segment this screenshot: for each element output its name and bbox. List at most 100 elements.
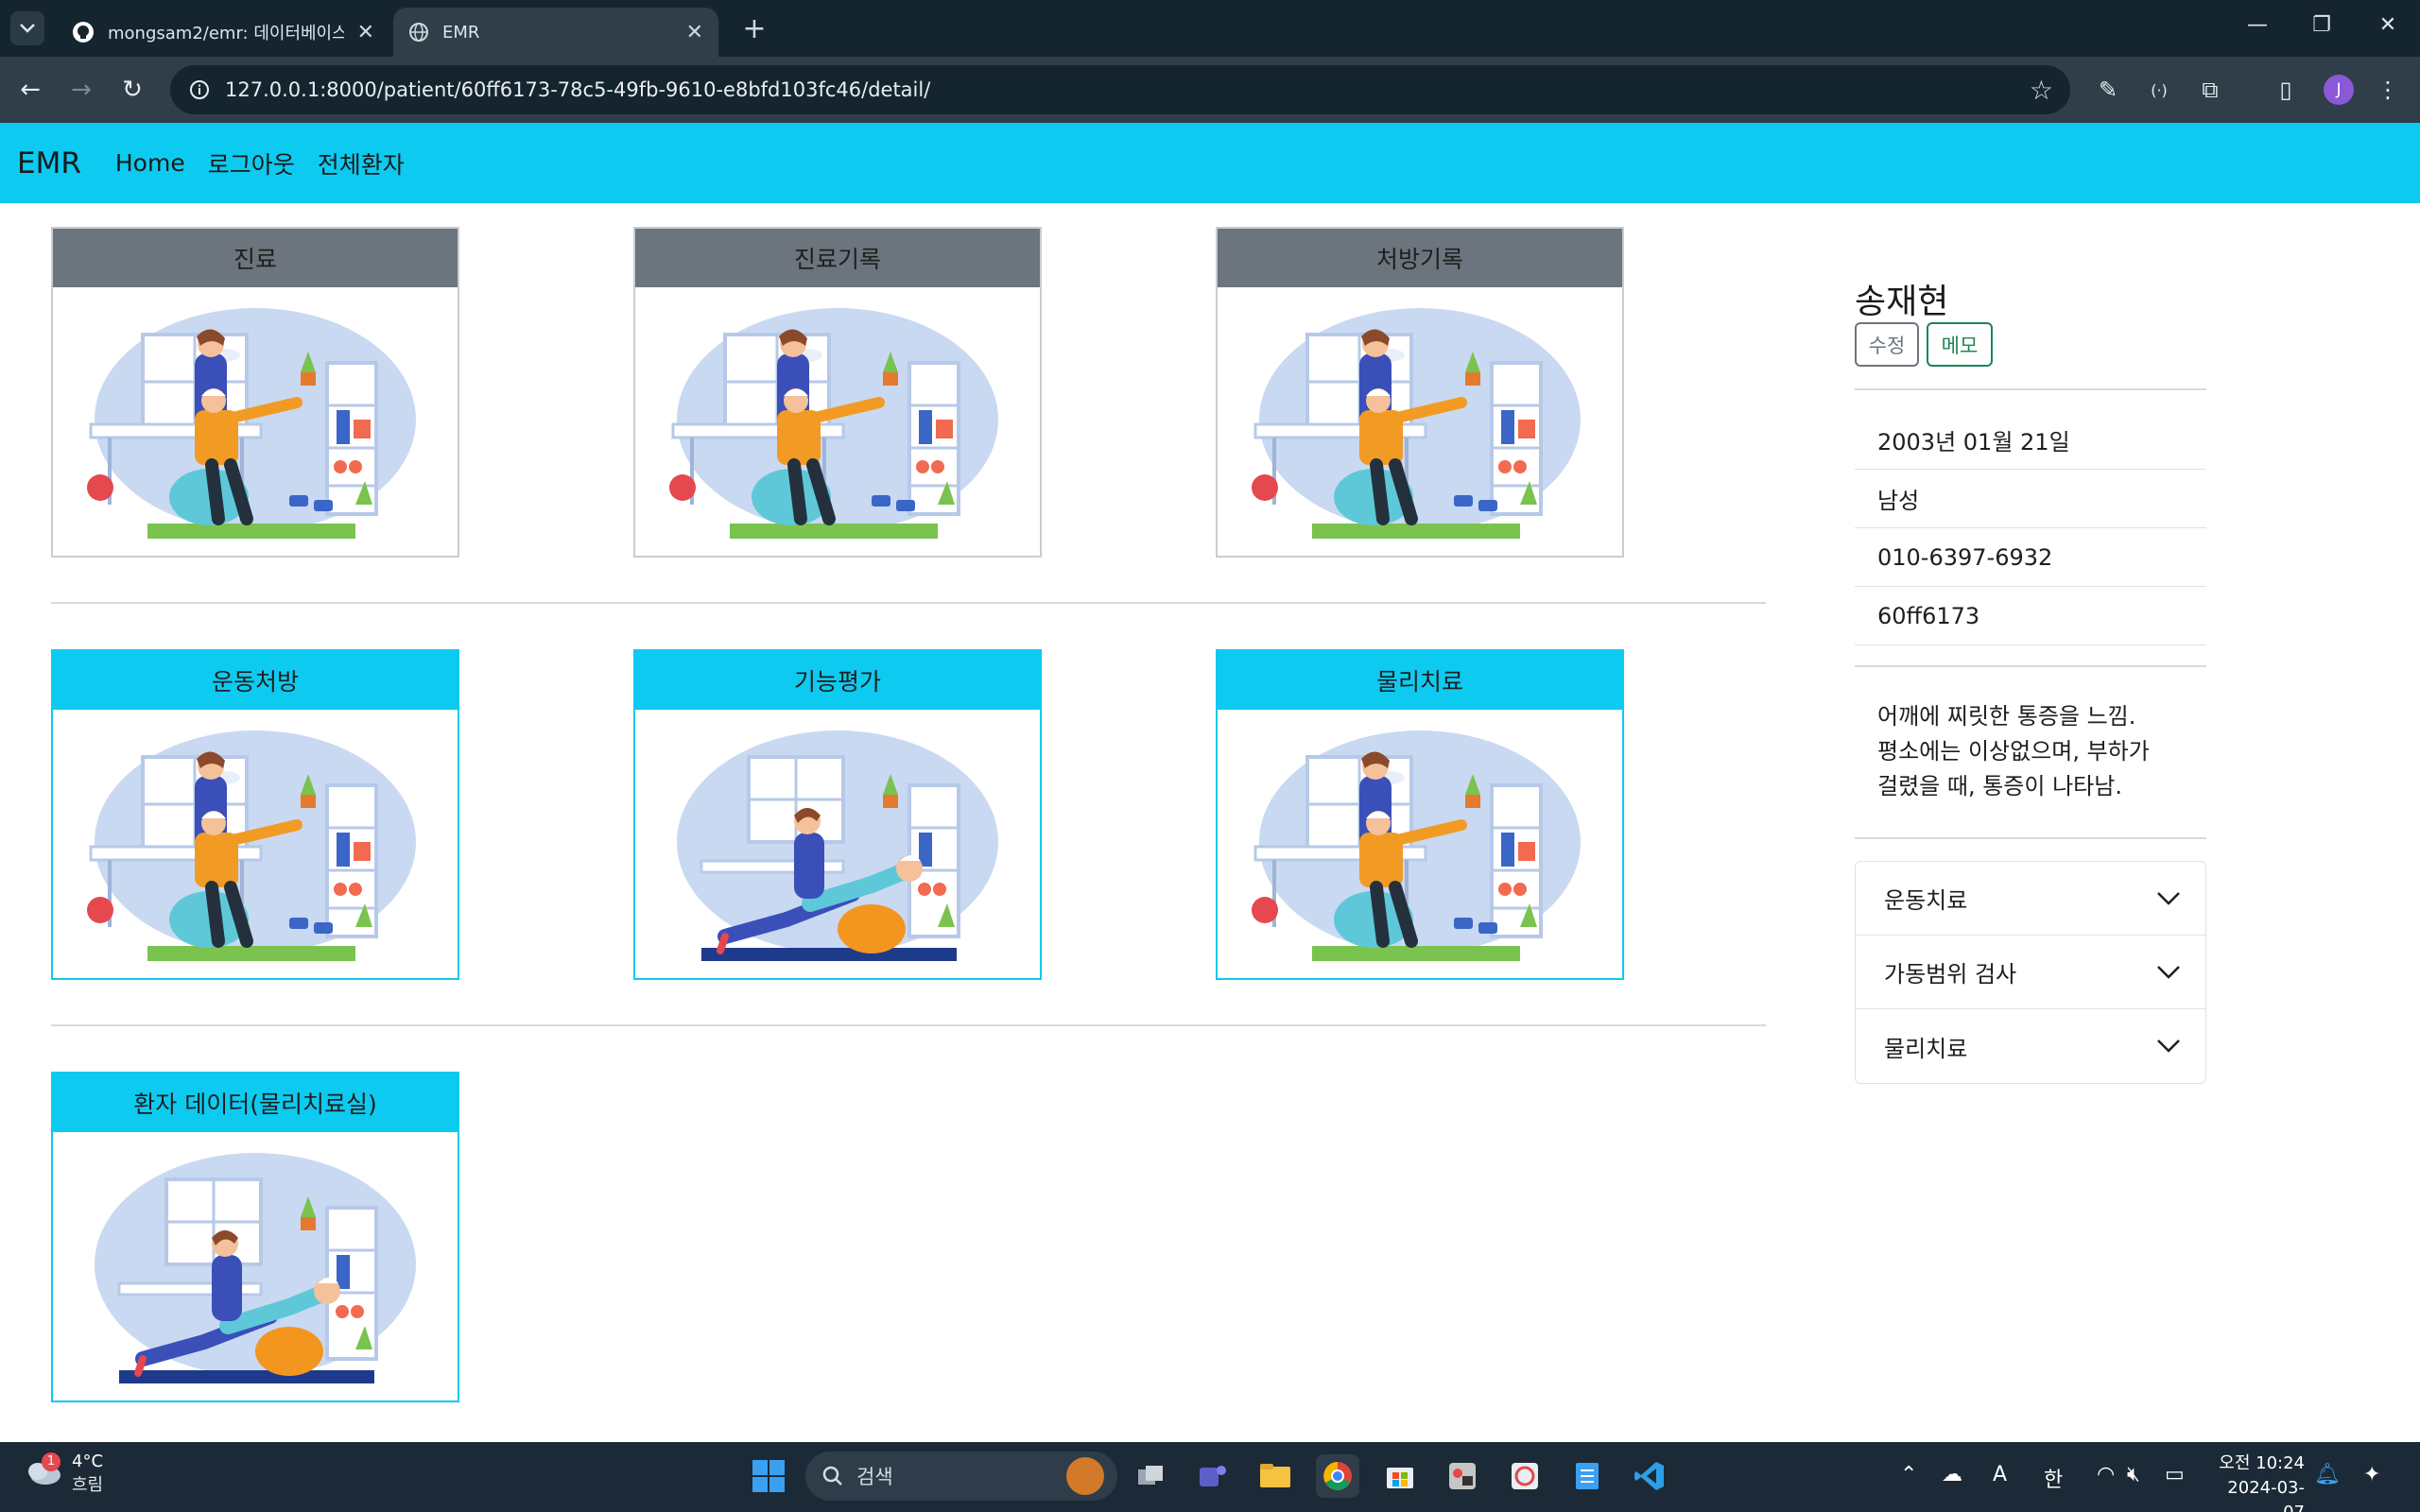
card-treatment-records[interactable]: 진료기록 bbox=[633, 227, 1042, 558]
accordion-exercise-therapy[interactable]: 운동치료 bbox=[1856, 862, 2205, 936]
section-divider bbox=[51, 602, 1766, 604]
vscode-icon[interactable] bbox=[1628, 1454, 1671, 1498]
notification-bell-icon[interactable]: 🔔︎ bbox=[2314, 1463, 2341, 1486]
clock[interactable]: 오전 10:24 2024-03-07 bbox=[2210, 1452, 2305, 1512]
search-placeholder: 검색 bbox=[856, 1466, 893, 1488]
sync-app-icon[interactable] bbox=[1503, 1454, 1547, 1498]
tab-search-button[interactable] bbox=[10, 11, 44, 45]
patient-name: 송재현 bbox=[1855, 283, 1949, 321]
therapist-ball-exercise-illustration bbox=[635, 287, 1040, 556]
card-title: 운동처방 bbox=[53, 651, 458, 710]
close-icon[interactable]: ✕ bbox=[357, 21, 374, 44]
app-icon[interactable] bbox=[1441, 1454, 1484, 1498]
edit-button[interactable]: 수정 bbox=[1855, 322, 1919, 367]
card-physical-therapy[interactable]: 물리치료 bbox=[1216, 649, 1624, 980]
accordion-label: 가동범위 검사 bbox=[1884, 961, 2017, 988]
tab-title: mongsam2/emr: 데이터베이스 bbox=[108, 24, 344, 43]
info-icon[interactable] bbox=[189, 79, 210, 100]
tab-github[interactable]: mongsam2/emr: 데이터베이스 ✕ bbox=[57, 8, 389, 57]
memo-line: 평소에는 이상없으며, 부하가 bbox=[1877, 738, 2150, 765]
search-highlight-icon bbox=[1066, 1457, 1104, 1495]
weather-widget[interactable]: 1 4°C 흐림 bbox=[25, 1452, 103, 1496]
menu-dots-icon[interactable]: ⋮ bbox=[2371, 73, 2405, 107]
patient-id: 60ff6173 bbox=[1855, 587, 2206, 645]
memo-line: 어깨에 찌릿한 통증을 느낌. bbox=[1877, 703, 2136, 730]
card-title: 처방기록 bbox=[1218, 229, 1622, 287]
therapist-ball-exercise-illustration bbox=[1218, 710, 1622, 978]
accordion-physical-therapy[interactable]: 물리치료 bbox=[1856, 1009, 2205, 1083]
notepad-icon[interactable] bbox=[1565, 1454, 1609, 1498]
panel-divider bbox=[1855, 665, 2206, 667]
card-treatment[interactable]: 진료 bbox=[51, 227, 459, 558]
nav-home[interactable]: Home bbox=[115, 149, 185, 177]
wifi-icon[interactable]: ◠ bbox=[2097, 1463, 2115, 1486]
cloud-icon: 1 bbox=[25, 1452, 62, 1490]
panel-divider bbox=[1855, 837, 2206, 839]
restore-icon[interactable]: ❐ bbox=[2303, 13, 2341, 37]
url-text[interactable]: 127.0.0.1:8000/patient/60ff6173-78c5-49f… bbox=[225, 78, 930, 101]
chevron-down-icon bbox=[2157, 891, 2180, 905]
brand-link[interactable]: EMR bbox=[17, 146, 81, 180]
task-view-icon[interactable] bbox=[1129, 1454, 1172, 1498]
volume-muted-icon[interactable]: 🔇︎ bbox=[2127, 1463, 2140, 1486]
nav-all-patients[interactable]: 전체환자 bbox=[318, 146, 405, 180]
browser-tabstrip: mongsam2/emr: 데이터베이스 ✕ EMR ✕ + — ❐ ✕ bbox=[0, 0, 2420, 57]
battery-icon[interactable]: ▭ bbox=[2165, 1463, 2185, 1486]
back-icon[interactable]: ← bbox=[13, 73, 47, 107]
clock-date: 2024-03-07 bbox=[2227, 1478, 2305, 1512]
globe-icon bbox=[409, 23, 428, 42]
minimize-icon[interactable]: — bbox=[2238, 13, 2276, 37]
extensions-icon[interactable]: ⧉ bbox=[2193, 73, 2227, 107]
ime-mode-a[interactable]: A bbox=[1993, 1463, 2007, 1486]
browser-toolbar: ← → ↻ 127.0.0.1:8000/patient/60ff6173-78… bbox=[0, 57, 2420, 123]
therapist-stretching-illustration bbox=[635, 710, 1040, 978]
card-prescription-records[interactable]: 처방기록 bbox=[1216, 227, 1624, 558]
profile-avatar[interactable]: J bbox=[2324, 75, 2354, 105]
close-icon[interactable]: ✕ bbox=[686, 21, 703, 44]
accordion-rom-test[interactable]: 가동범위 검사 bbox=[1856, 936, 2205, 1009]
cast-icon[interactable]: (·) bbox=[2142, 73, 2176, 107]
tab-title: EMR bbox=[442, 22, 480, 43]
tab-emr[interactable]: EMR ✕ bbox=[393, 8, 718, 57]
pen-icon[interactable]: ✎ bbox=[2091, 73, 2125, 107]
reload-icon[interactable]: ↻ bbox=[115, 73, 149, 107]
windows-start-icon[interactable] bbox=[747, 1454, 790, 1498]
card-title: 진료 bbox=[53, 229, 458, 287]
nav-logout[interactable]: 로그아웃 bbox=[208, 146, 295, 180]
taskbar-search[interactable]: 검색 bbox=[805, 1452, 1117, 1501]
card-title: 환자 데이터(물리치료실) bbox=[53, 1074, 458, 1132]
patient-memo: 어깨에 찌릿한 통증을 느낌. 평소에는 이상없으며, 부하가 걸렸을 때, 통… bbox=[1877, 699, 2199, 804]
memo-line: 걸렸을 때, 통증이 나타남. bbox=[1877, 773, 2122, 799]
onedrive-icon[interactable]: ☁ bbox=[1942, 1463, 1962, 1486]
ms-store-icon[interactable] bbox=[1378, 1454, 1422, 1498]
card-function-evaluation[interactable]: 기능평가 bbox=[633, 649, 1042, 980]
card-title: 물리치료 bbox=[1218, 651, 1622, 710]
new-tab-button[interactable]: + bbox=[737, 11, 771, 45]
copilot-icon[interactable]: ✦ bbox=[2363, 1463, 2380, 1486]
file-explorer-icon[interactable] bbox=[1253, 1454, 1297, 1498]
patient-gender: 남성 bbox=[1855, 470, 2206, 528]
ime-language[interactable]: 한 bbox=[2044, 1463, 2063, 1493]
forward-icon[interactable]: → bbox=[64, 73, 98, 107]
teams-icon[interactable] bbox=[1191, 1454, 1235, 1498]
patient-phone: 010-6397-6932 bbox=[1855, 528, 2206, 587]
close-window-icon[interactable]: ✕ bbox=[2369, 13, 2407, 37]
bookmark-star-icon[interactable]: ☆ bbox=[2030, 75, 2053, 106]
therapist-stretching-illustration bbox=[53, 1132, 458, 1400]
therapist-ball-exercise-illustration bbox=[53, 710, 458, 978]
weather-condition: 흐림 bbox=[72, 1475, 104, 1495]
patient-birthdate: 2003년 01월 21일 bbox=[1855, 411, 2206, 470]
chevron-down-icon bbox=[2157, 1040, 2180, 1053]
panel-divider bbox=[1855, 388, 2206, 390]
address-bar[interactable]: 127.0.0.1:8000/patient/60ff6173-78c5-49f… bbox=[170, 65, 2070, 114]
accordion-label: 물리치료 bbox=[1884, 1035, 1968, 1062]
chevron-down-icon bbox=[2157, 965, 2180, 979]
chrome-icon[interactable] bbox=[1316, 1454, 1359, 1498]
memo-button[interactable]: 메모 bbox=[1927, 322, 1993, 367]
card-patient-data[interactable]: 환자 데이터(물리치료실) bbox=[51, 1072, 459, 1402]
treatment-accordion: 운동치료 가동범위 검사 물리치료 bbox=[1855, 861, 2206, 1084]
chevron-down-icon bbox=[20, 24, 35, 33]
side-panel-icon[interactable]: ▯ bbox=[2269, 73, 2303, 107]
card-exercise-prescription[interactable]: 운동처방 bbox=[51, 649, 459, 980]
tray-expand-icon[interactable]: ⌃ bbox=[1900, 1463, 1917, 1486]
